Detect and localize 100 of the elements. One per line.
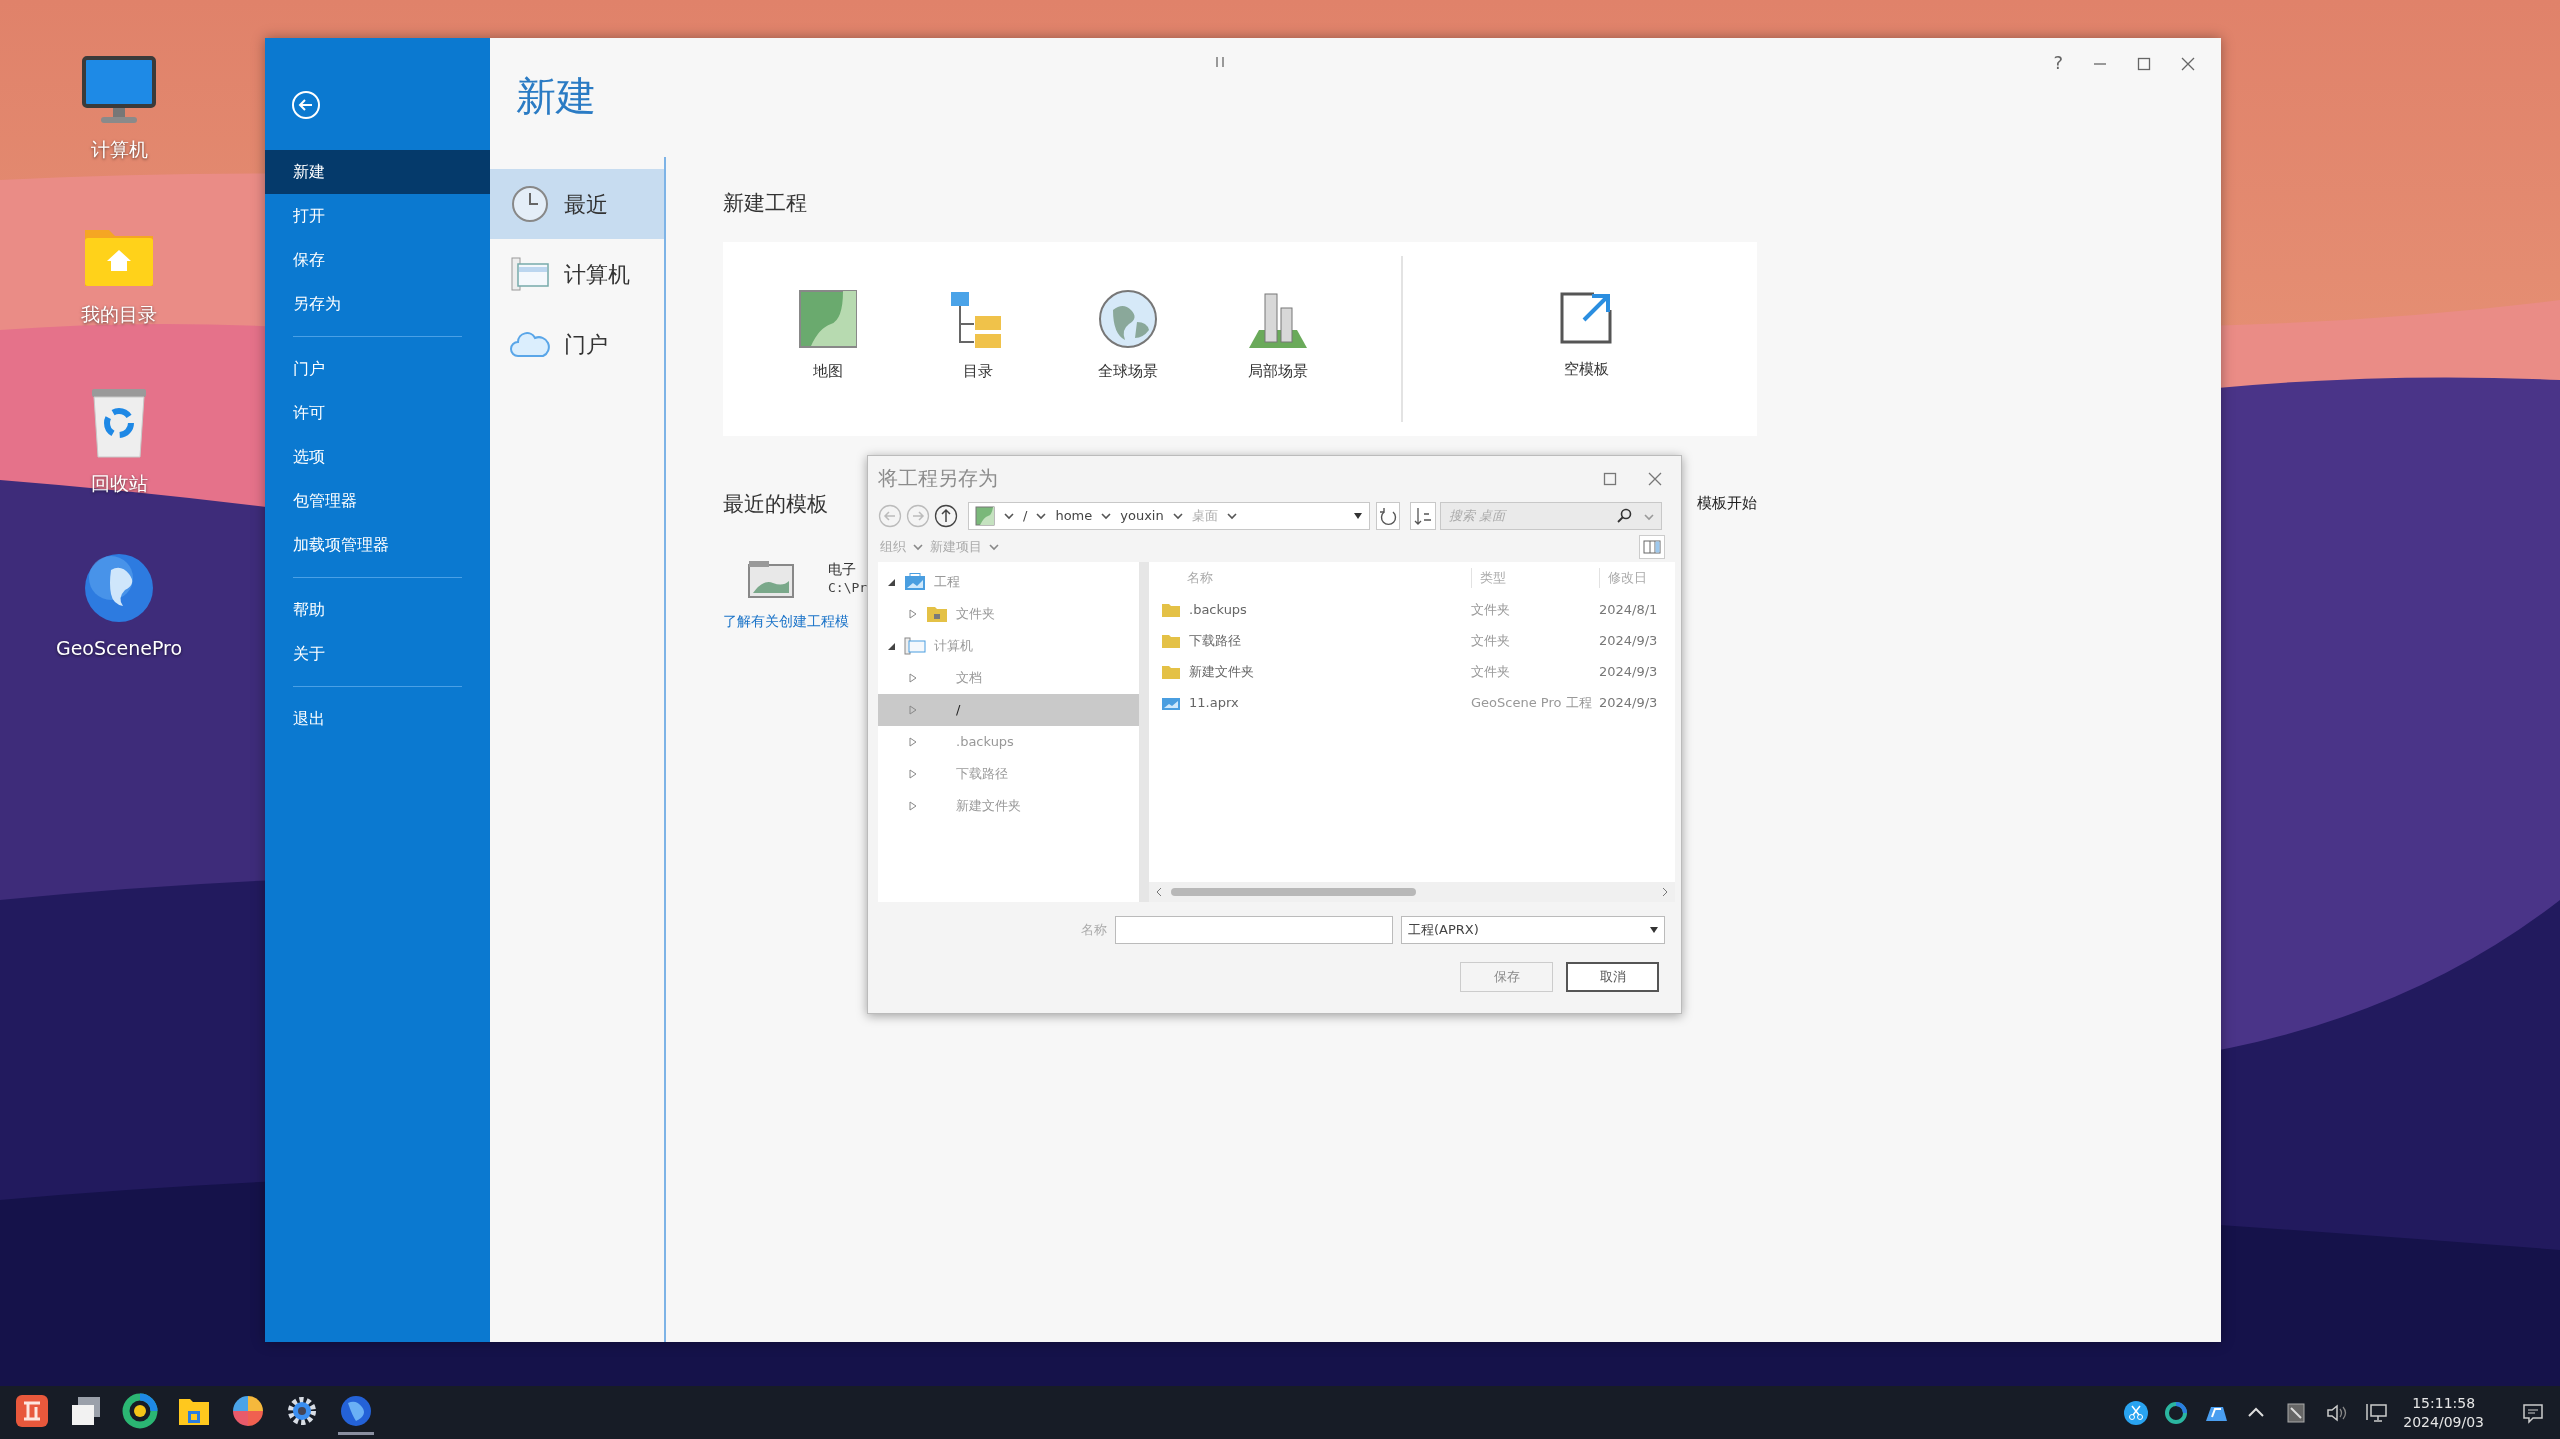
scissors-icon[interactable] xyxy=(2123,1399,2150,1426)
computer-icon xyxy=(510,254,550,294)
section-note: 模板开始 xyxy=(1697,492,1757,514)
menu-item[interactable]: 保存 xyxy=(265,238,490,282)
folder-icon xyxy=(1161,663,1181,680)
chevron-icon[interactable] xyxy=(1225,511,1238,521)
search-field[interactable]: 搜索 桌面 xyxy=(1440,502,1662,530)
address-bar[interactable]: / home youxin 桌面 xyxy=(968,502,1370,530)
chevron-icon[interactable] xyxy=(912,542,924,552)
dropdown-icon[interactable] xyxy=(1353,512,1363,520)
dropdown-icon[interactable] xyxy=(1650,927,1658,933)
close-icon[interactable] xyxy=(2181,57,2195,71)
clock-date: 2024/09/03 xyxy=(2403,1412,2484,1431)
clock[interactable]: 15:11:58 2024/09/03 xyxy=(2403,1394,2484,1431)
search-field[interactable]: 搜索 桌面 xyxy=(1447,505,1597,527)
grip-icon xyxy=(1215,56,1225,68)
maximize-icon[interactable] xyxy=(2137,57,2151,71)
clock-time: 15:11:58 xyxy=(2411,1394,2477,1413)
maximize-icon[interactable] xyxy=(1603,472,1617,486)
collapsed-arrow-icon[interactable] xyxy=(908,673,918,683)
globe-icon xyxy=(1097,288,1159,350)
tree-item[interactable]: / xyxy=(878,694,1139,726)
menu-item[interactable]: 帮助 xyxy=(265,588,490,632)
template-tile[interactable]: 空模板 xyxy=(1511,242,1661,436)
location-tab[interactable]: 门户 xyxy=(490,309,664,379)
chevron-icon[interactable] xyxy=(1003,511,1015,521)
template-name[interactable]: 电子 xyxy=(828,560,868,579)
scroll-right-icon[interactable] xyxy=(1661,887,1669,897)
search-icon[interactable] xyxy=(1617,508,1633,524)
menu-item[interactable]: 许可 xyxy=(265,391,490,435)
chevron-icon[interactable] xyxy=(1100,511,1113,521)
breadcrumb[interactable]: 桌面 xyxy=(1191,506,1218,526)
column-header[interactable]: 类型 xyxy=(1480,570,1506,586)
breadcrumb[interactable]: youxin xyxy=(1120,506,1164,526)
scrollbar[interactable] xyxy=(1149,882,1675,902)
collapsed-arrow-icon[interactable] xyxy=(908,769,918,779)
menu-item[interactable]: 关于 xyxy=(265,632,490,676)
breadcrumb[interactable]: / xyxy=(1023,506,1028,526)
folder-icon xyxy=(926,605,948,623)
tree-item[interactable]: 文件夹 xyxy=(878,598,1139,630)
desktop-icon-label[interactable]: 计算机 xyxy=(90,135,148,164)
help-link[interactable]: 了解有关创建工程模 xyxy=(723,611,849,632)
tree-item[interactable]: 计算机 xyxy=(878,630,1139,662)
tree-item[interactable]: 文档 xyxy=(878,662,1139,694)
menu-item[interactable]: 选项 xyxy=(265,435,490,479)
file-row[interactable]: 新建文件夹 文件夹 2024/9/3 xyxy=(1149,656,1675,687)
up-icon[interactable] xyxy=(934,504,958,528)
menu-item[interactable]: 新建 xyxy=(265,150,490,194)
refresh-icon[interactable] xyxy=(1376,502,1400,530)
section-heading: 最近的模板 xyxy=(723,491,828,517)
template-tile[interactable]: 目录 xyxy=(903,242,1053,436)
breadcrumb[interactable]: home xyxy=(1055,506,1093,526)
collapsed-arrow-icon[interactable] xyxy=(908,801,918,811)
chevron-icon[interactable] xyxy=(1035,511,1048,521)
expanded-arrow-icon[interactable] xyxy=(886,577,896,587)
menu-item[interactable]: 包管理器 xyxy=(265,479,490,523)
file-row[interactable]: 11.aprx GeoScene Pro 工程 2024/9/3 xyxy=(1149,687,1675,718)
location-tab[interactable]: 计算机 xyxy=(490,239,664,309)
map-icon xyxy=(975,506,995,526)
file-row[interactable]: 下载路径 文件夹 2024/9/3 xyxy=(1149,625,1675,656)
collapsed-arrow-icon[interactable] xyxy=(908,609,918,619)
tree-item[interactable]: 下载路径 xyxy=(878,758,1139,790)
column-header[interactable]: 名称 xyxy=(1187,568,1213,588)
desktop-icon-label[interactable]: 我的目录 xyxy=(81,300,157,329)
name-field[interactable] xyxy=(1115,916,1393,944)
file-type-dropdown[interactable]: 工程(APRX) xyxy=(1401,916,1665,944)
dialog-button[interactable]: 取消 xyxy=(1566,962,1659,992)
help-button[interactable]: ? xyxy=(2049,50,2067,76)
template-path: C:\Pr xyxy=(828,579,868,598)
scrollbar-thumb[interactable] xyxy=(1171,888,1416,896)
menu-item[interactable]: 加载项管理器 xyxy=(265,523,490,567)
menu-item[interactable]: 另存为 xyxy=(265,282,490,326)
column-header[interactable]: 修改日 xyxy=(1608,570,1647,586)
chevron-icon[interactable] xyxy=(988,542,1000,552)
tree-item[interactable]: .backups xyxy=(878,726,1139,758)
menu-item[interactable]: 退出 xyxy=(265,697,490,741)
computer-icon xyxy=(904,637,926,655)
sort-icon[interactable] xyxy=(1410,502,1436,530)
template-tile[interactable]: 局部场景 xyxy=(1203,242,1353,436)
field-label: 名称 xyxy=(1081,921,1107,940)
chevron-icon[interactable] xyxy=(1171,511,1184,521)
scroll-left-icon[interactable] xyxy=(1155,887,1163,897)
dialog-title: 将工程另存为 xyxy=(878,465,998,492)
project-icon xyxy=(904,573,926,591)
template-tile[interactable]: 全球场景 xyxy=(1053,242,1203,436)
folder-icon xyxy=(1161,601,1181,618)
menu-item[interactable]: 打开 xyxy=(265,194,490,238)
location-tab[interactable]: 最近 xyxy=(490,169,664,239)
sync-icon[interactable] xyxy=(2163,1399,2190,1426)
menu-item[interactable]: 门户 xyxy=(265,347,490,391)
template-file-icon xyxy=(747,559,795,599)
collapsed-arrow-icon[interactable] xyxy=(908,737,918,747)
tree-item[interactable]: 新建文件夹 xyxy=(878,790,1139,822)
desktop-icon-label[interactable]: GeoScenePro xyxy=(55,634,183,663)
expanded-arrow-icon[interactable] xyxy=(886,641,896,651)
close-icon[interactable] xyxy=(1647,471,1663,487)
template-tile[interactable]: 地图 xyxy=(753,242,903,436)
desktop-icon-label[interactable]: 回收站 xyxy=(90,469,148,498)
file-row[interactable]: .backups 文件夹 2024/8/1 xyxy=(1149,594,1675,625)
tree-item[interactable]: 工程 xyxy=(878,566,1139,598)
